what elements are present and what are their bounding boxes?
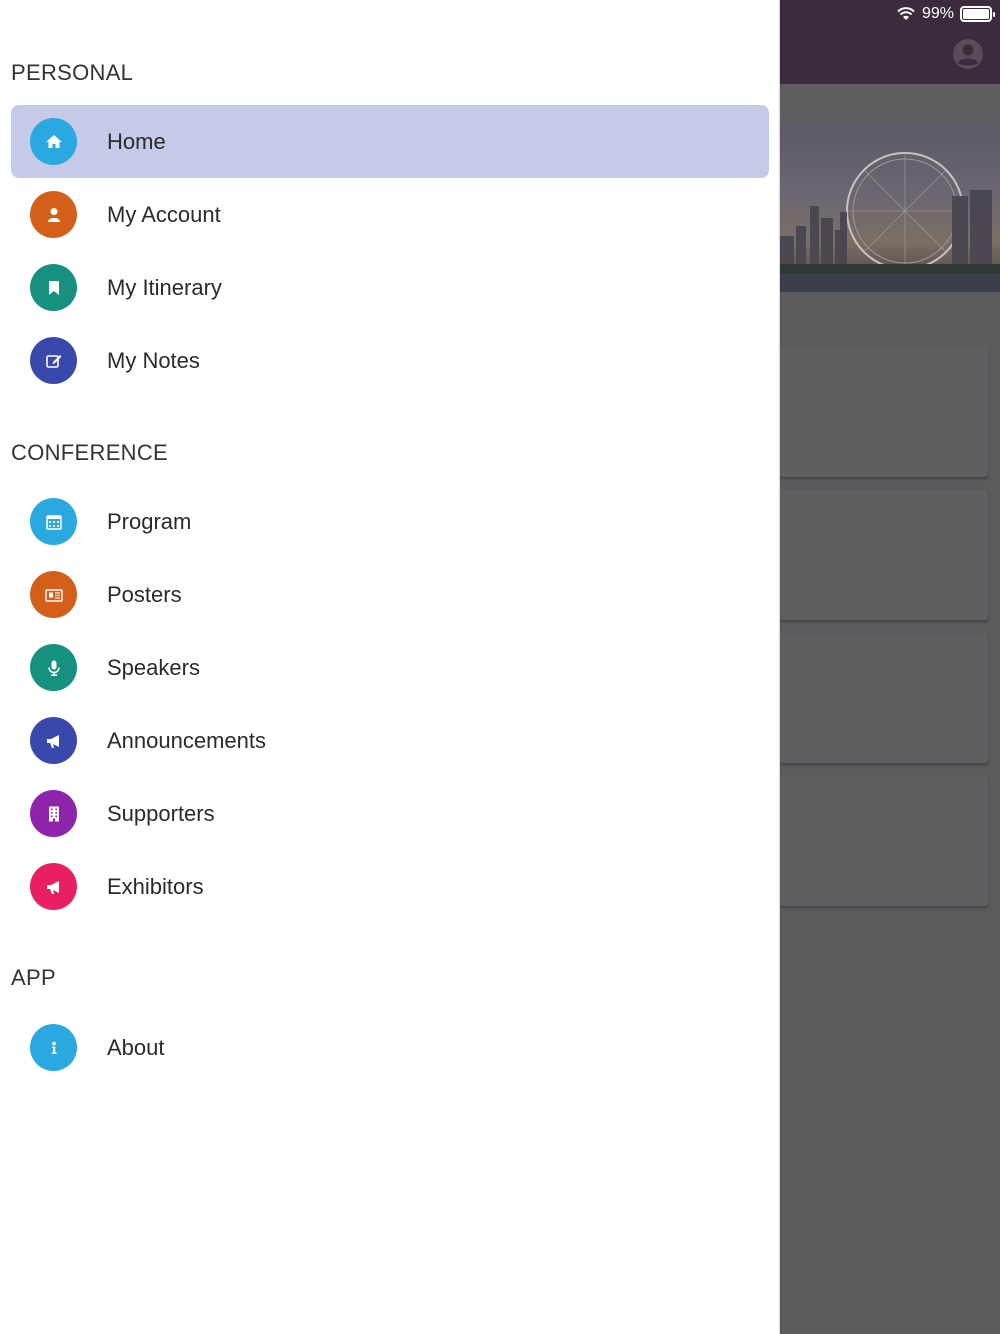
newspaper-icon xyxy=(30,571,77,618)
building-icon xyxy=(30,790,77,837)
menu-label-supporters: Supporters xyxy=(107,800,215,826)
menu-label-program: Program xyxy=(107,508,192,534)
wifi-icon xyxy=(897,7,915,20)
content-card xyxy=(780,776,988,906)
menu-item-announcements[interactable]: Announcements xyxy=(11,704,769,777)
home-icon xyxy=(30,118,77,165)
megaphone-icon xyxy=(30,863,77,910)
section-title-conference: CONFERENCE xyxy=(11,440,169,465)
microphone-icon xyxy=(30,644,77,691)
battery-percent: 99% xyxy=(921,5,954,22)
navigation-drawer: PERSONAL Home My Account My Itinerary My… xyxy=(0,0,780,1334)
bookmark-icon xyxy=(30,264,77,311)
section-title-personal: PERSONAL xyxy=(11,60,134,85)
hero-image xyxy=(780,126,1000,292)
menu-label-announcements: Announcements xyxy=(107,727,266,753)
menu-item-my-notes[interactable]: My Notes xyxy=(11,324,769,397)
menu-item-exhibitors[interactable]: Exhibitors xyxy=(11,850,769,923)
menu-item-program[interactable]: Program xyxy=(11,485,769,558)
menu-label-speakers: Speakers xyxy=(107,654,200,680)
menu-label-home: Home xyxy=(107,128,166,154)
profile-icon[interactable] xyxy=(952,38,984,70)
menu-label-about: About xyxy=(107,1034,165,1060)
menu-item-supporters[interactable]: Supporters xyxy=(11,777,769,850)
menu-label-my-notes: My Notes xyxy=(107,347,200,373)
edit-icon xyxy=(30,337,77,384)
info-icon xyxy=(30,1024,77,1071)
status-bar: 99% xyxy=(896,4,995,24)
calendar-icon xyxy=(30,498,77,545)
menu-item-home[interactable]: Home xyxy=(11,105,769,178)
menu-item-my-account[interactable]: My Account xyxy=(11,178,769,251)
menu-label-my-itinerary: My Itinerary xyxy=(107,274,222,300)
menu-label-my-account: My Account xyxy=(107,201,221,227)
content-card xyxy=(780,490,988,620)
user-icon xyxy=(30,191,77,238)
menu-item-about[interactable]: About xyxy=(11,1011,769,1084)
content-card xyxy=(780,347,988,477)
menu-item-my-itinerary[interactable]: My Itinerary xyxy=(11,251,769,324)
menu-label-posters: Posters xyxy=(107,581,182,607)
section-title-app: APP xyxy=(11,965,56,990)
menu-label-exhibitors: Exhibitors xyxy=(107,873,204,899)
battery-icon xyxy=(960,6,995,22)
menu-item-speakers[interactable]: Speakers xyxy=(11,631,769,704)
content-card xyxy=(780,633,988,763)
menu-item-posters[interactable]: Posters xyxy=(11,558,769,631)
megaphone-icon xyxy=(30,717,77,764)
